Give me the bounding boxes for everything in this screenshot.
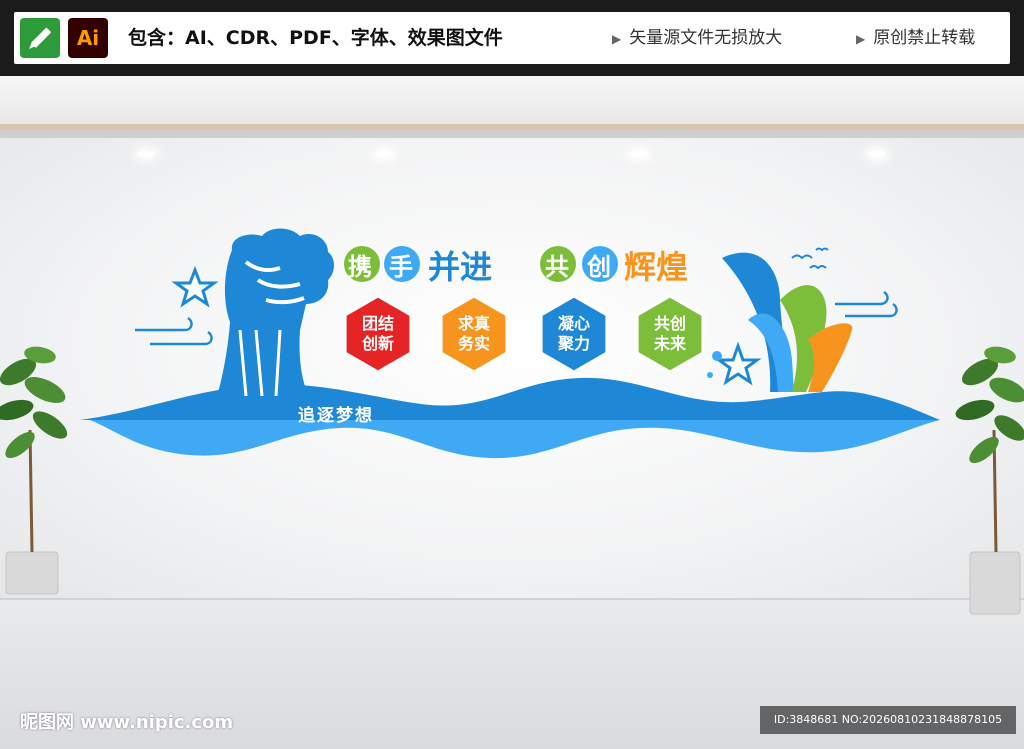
right-potted-plant [955, 346, 1024, 615]
star-right-icon [714, 341, 762, 386]
title-char-4: 创 [587, 253, 611, 281]
raised-fist-icon [216, 228, 334, 400]
title-char-1: 携 [348, 253, 372, 281]
cloud-scroll-right-icon [835, 290, 898, 318]
value-truth: 求真 务实 [457, 314, 490, 353]
title-word-1: 并进 [428, 248, 493, 286]
left-potted-plant [0, 346, 68, 595]
value-future: 共创 未来 [653, 314, 686, 353]
bird-icon [791, 254, 813, 260]
dot-icon [712, 351, 722, 361]
slogan: 追逐梦想 [298, 406, 374, 426]
site-watermark: 昵图网 www.nipic.com [20, 712, 234, 733]
bird-icon [809, 265, 827, 270]
wave-front [90, 420, 940, 459]
id-watermark: ID:3848681 NO:20260810231848878105 [760, 706, 1016, 734]
cloud-scroll-left-icon [135, 316, 213, 346]
title-word-2: 辉煌 [624, 248, 689, 286]
title-char-3: 共 [545, 253, 569, 281]
value-focus: 凝心 聚力 [557, 314, 590, 353]
bird-icon [815, 247, 829, 252]
title-char-2: 手 [389, 253, 413, 281]
value-unity: 团结 创新 [361, 314, 394, 353]
star-left-icon [171, 265, 219, 308]
dot-icon [707, 372, 713, 378]
culture-wall-mural [0, 228, 1024, 615]
